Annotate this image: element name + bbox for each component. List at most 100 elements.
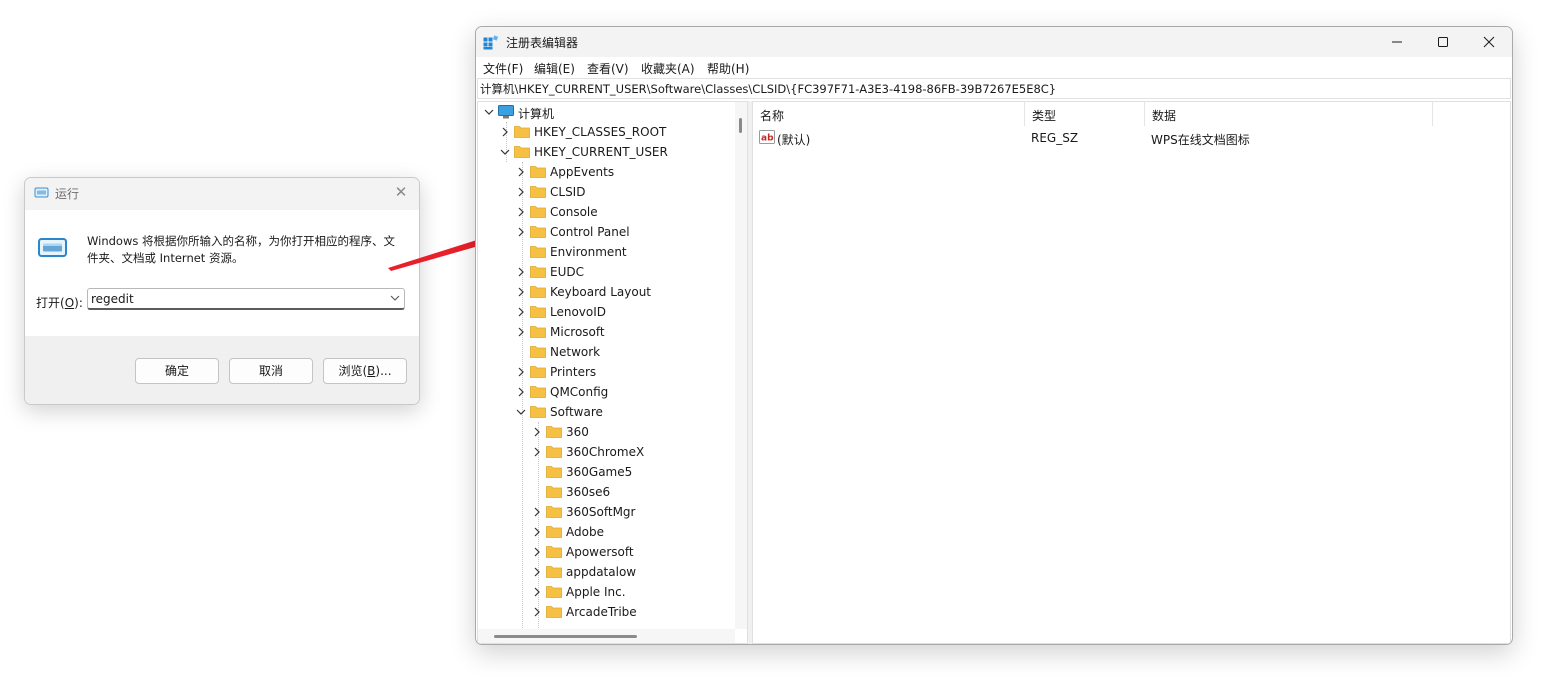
menu-favorites[interactable]: 收藏夹(A) — [641, 60, 695, 77]
folder-icon — [530, 226, 546, 238]
folder-icon — [530, 346, 546, 358]
tree-horizontal-scrollbar[interactable] — [478, 629, 735, 643]
chevron-down-icon[interactable] — [390, 293, 400, 303]
run-dialog: 运行 ✕ Windows 将根据你所输入的名称，为你打开相应的程序、文件夹、文档… — [24, 177, 420, 405]
tree-vertical-scrollbar[interactable] — [735, 102, 747, 629]
chevron-right-icon[interactable] — [532, 547, 542, 557]
chevron-down-icon[interactable] — [516, 407, 526, 417]
tree-item-eudc[interactable]: EUDC — [478, 262, 728, 282]
tree-item-apowersoft[interactable]: Apowersoft — [478, 542, 728, 562]
value-data: WPS在线文档图标 — [1151, 133, 1250, 147]
tree-item-computer[interactable]: 计算机 — [478, 102, 728, 122]
chevron-down-icon[interactable] — [500, 147, 510, 157]
value-name: (默认) — [777, 133, 811, 147]
scrollbar-thumb[interactable] — [739, 118, 742, 133]
tree-item-software[interactable]: Software — [478, 402, 728, 422]
column-header-data[interactable]: 数据 — [1145, 102, 1433, 126]
open-combobox[interactable] — [87, 288, 405, 310]
column-header-label: 名称 — [760, 109, 785, 123]
close-icon[interactable]: ✕ — [392, 183, 410, 201]
tree-item-clsid[interactable]: CLSID — [478, 182, 728, 202]
tree-item-console[interactable]: Console — [478, 202, 728, 222]
tree-item-360se6[interactable]: 360se6 — [478, 482, 728, 502]
chevron-right-icon[interactable] — [532, 507, 542, 517]
tree-item-label: Adobe — [566, 525, 604, 539]
folder-icon — [530, 166, 546, 178]
tree-item-lenovoid[interactable]: LenovoID — [478, 302, 728, 322]
menu-view[interactable]: 查看(V) — [587, 60, 629, 77]
column-header-type[interactable]: 类型 — [1025, 102, 1145, 126]
maximize-button[interactable] — [1420, 27, 1466, 57]
tree-item-360softmgr[interactable]: 360SoftMgr — [478, 502, 728, 522]
address-input[interactable] — [480, 80, 1500, 97]
folder-icon — [530, 246, 546, 258]
tree-item-label: HKEY_CURRENT_USER — [534, 145, 668, 159]
folder-icon — [530, 386, 546, 398]
tree-item-arcadetribe[interactable]: ArcadeTribe — [478, 602, 728, 622]
tree-item-network[interactable]: Network — [478, 342, 728, 362]
tree-item-360game5[interactable]: 360Game5 — [478, 462, 728, 482]
chevron-right-icon[interactable] — [532, 427, 542, 437]
chevron-right-icon[interactable] — [500, 127, 510, 137]
run-body: Windows 将根据你所输入的名称，为你打开相应的程序、文件夹、文档或 Int… — [25, 210, 419, 336]
tree-item-hkey-current-user[interactable]: HKEY_CURRENT_USER — [478, 142, 728, 162]
open-label: 打开(O): — [36, 296, 83, 310]
column-header-label: 类型 — [1032, 109, 1057, 123]
tree-item-360chromex[interactable]: 360ChromeX — [478, 442, 728, 462]
menu-bar: 文件(F) 编辑(E) 查看(V) 收藏夹(A) 帮助(H) — [476, 57, 1512, 77]
tree-item-control-panel[interactable]: Control Panel — [478, 222, 728, 242]
tree-item-adobe[interactable]: Adobe — [478, 522, 728, 542]
computer-icon — [498, 105, 514, 119]
minimize-button[interactable] — [1374, 27, 1420, 57]
chevron-right-icon[interactable] — [516, 287, 526, 297]
tree-item-label: LenovoID — [550, 305, 607, 319]
chevron-right-icon[interactable] — [532, 527, 542, 537]
tree-item-label: Network — [550, 345, 601, 359]
chevron-right-icon[interactable] — [516, 327, 526, 337]
menu-file[interactable]: 文件(F) — [483, 60, 523, 77]
folder-icon — [530, 326, 546, 338]
tree-item-appevents[interactable]: AppEvents — [478, 162, 728, 182]
open-input[interactable] — [90, 290, 382, 307]
tree-item-label: ArcadeTribe — [566, 605, 637, 619]
tree-item-label: 360ChromeX — [566, 445, 645, 459]
table-row[interactable]: ab (默认) REG_SZ WPS在线文档图标 — [753, 128, 1453, 148]
chevron-right-icon[interactable] — [532, 587, 542, 597]
chevron-right-icon[interactable] — [516, 387, 526, 397]
chevron-right-icon[interactable] — [532, 607, 542, 617]
tree-item-appdatalow[interactable]: appdatalow — [478, 562, 728, 582]
scrollbar-thumb[interactable] — [494, 635, 637, 638]
browse-button[interactable]: 浏览(B)... — [323, 358, 407, 384]
cancel-button[interactable]: 取消 — [229, 358, 313, 384]
chevron-right-icon[interactable] — [516, 367, 526, 377]
ok-button[interactable]: 确定 — [135, 358, 219, 384]
chevron-right-icon[interactable] — [516, 207, 526, 217]
folder-icon — [530, 206, 546, 218]
tree-item-apple-inc[interactable]: Apple Inc. — [478, 582, 728, 602]
menu-edit[interactable]: 编辑(E) — [534, 60, 575, 77]
tree-item-label: Software — [550, 405, 603, 419]
tree-item-360[interactable]: 360 — [478, 422, 728, 442]
folder-icon — [546, 466, 562, 478]
chevron-down-icon[interactable] — [484, 107, 494, 117]
tree-item-keyboard-layout[interactable]: Keyboard Layout — [478, 282, 728, 302]
chevron-right-icon[interactable] — [532, 567, 542, 577]
tree-item-qmconfig[interactable]: QMConfig — [478, 382, 728, 402]
chevron-right-icon[interactable] — [516, 187, 526, 197]
tree-item-environment[interactable]: Environment — [478, 242, 728, 262]
chevron-right-icon[interactable] — [516, 227, 526, 237]
tree-item-printers[interactable]: Printers — [478, 362, 728, 382]
column-header-name[interactable]: 名称 — [753, 102, 1025, 126]
address-bar[interactable] — [477, 78, 1511, 99]
close-button[interactable] — [1466, 27, 1512, 57]
tree-item-label: Apowersoft — [566, 545, 634, 559]
tree-item-hkey-classes-root[interactable]: HKEY_CLASSES_ROOT — [478, 122, 728, 142]
chevron-right-icon[interactable] — [532, 447, 542, 457]
menu-help[interactable]: 帮助(H) — [707, 60, 749, 77]
chevron-right-icon[interactable] — [516, 167, 526, 177]
run-app-icon — [34, 187, 49, 198]
chevron-right-icon[interactable] — [516, 307, 526, 317]
chevron-right-icon[interactable] — [516, 267, 526, 277]
tree-item-label: HKEY_CLASSES_ROOT — [534, 125, 667, 139]
tree-item-microsoft[interactable]: Microsoft — [478, 322, 728, 342]
